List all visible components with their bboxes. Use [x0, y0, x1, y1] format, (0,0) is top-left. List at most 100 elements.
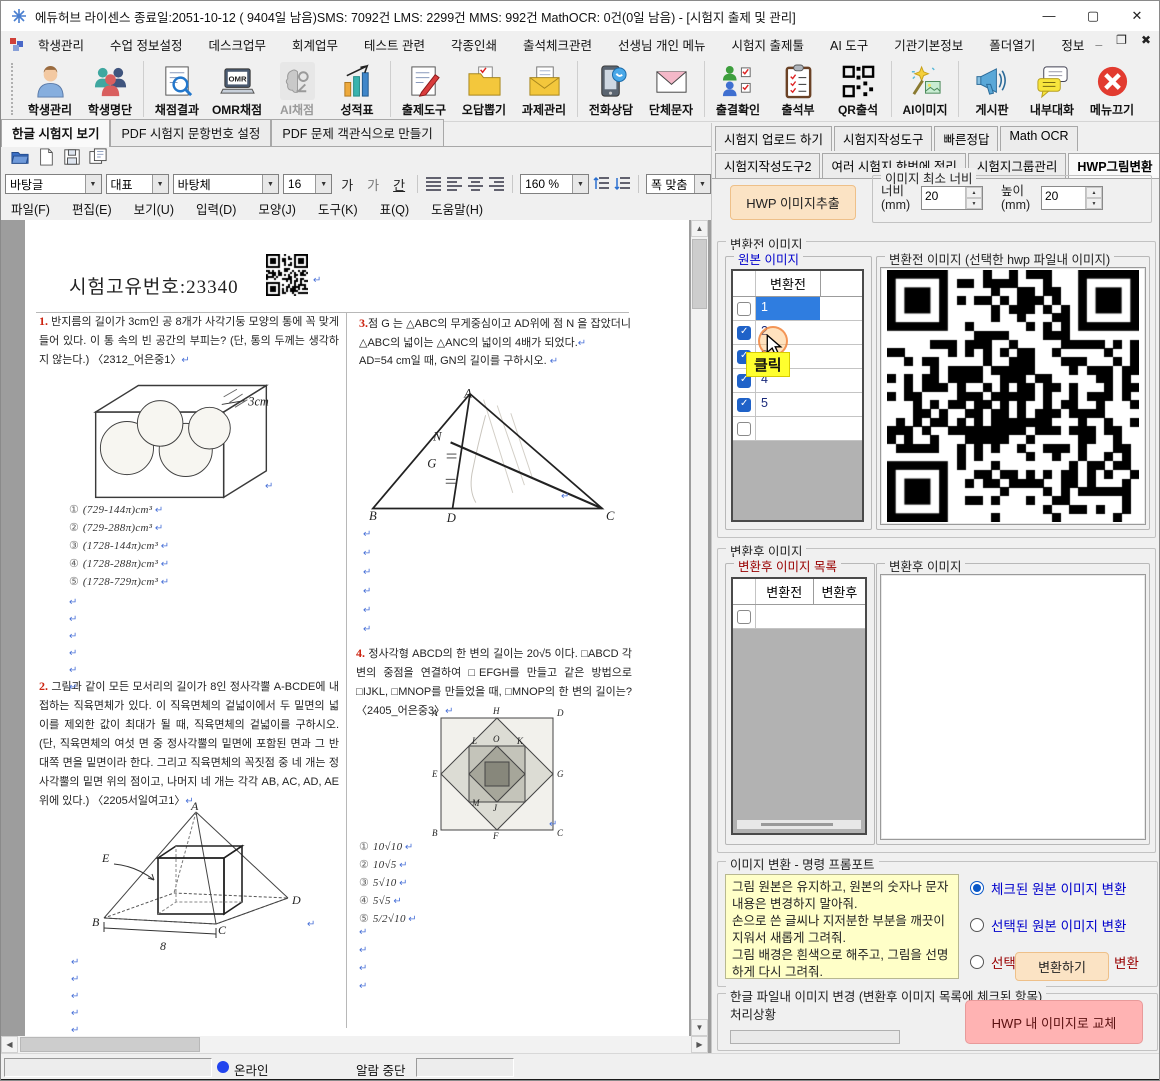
hwp-menu-도움말(H)[interactable]: 도움말(H) [431, 199, 483, 218]
toolbar-button-group-sms[interactable]: 단체문자 [641, 57, 701, 121]
menu-item-각종인쇄[interactable]: 각종인쇄 [451, 35, 497, 54]
align-right-icon[interactable] [488, 175, 505, 193]
checkbox[interactable] [737, 398, 751, 412]
menu-item-데스크업무[interactable]: 데스크업무 [209, 35, 267, 54]
menu-item-정보[interactable]: 정보 [1061, 35, 1084, 54]
align-center-icon[interactable] [467, 175, 484, 193]
dropdown-arrow-icon[interactable] [152, 175, 168, 193]
toolbar-button-omr[interactable]: OMROMR채점 [207, 57, 267, 121]
original-image-row[interactable] [733, 417, 862, 441]
menu-item-폴더열기[interactable]: 폴더열기 [989, 35, 1035, 54]
toolbar-button-students[interactable]: 학생명단 [80, 57, 140, 121]
replace-in-hwp-button[interactable]: HWP 내 이미지로 교체 [965, 1000, 1143, 1044]
scrollbar-thumb[interactable] [761, 823, 833, 826]
toolbar-button-grading[interactable]: 채점결과 [147, 57, 207, 121]
mdi-close-button[interactable]: ✖ [1141, 33, 1151, 47]
hwp-extract-button[interactable]: HWP 이미지추출 [730, 185, 856, 220]
prompt-textarea[interactable]: 그림 원본은 유지하고, 원본의 숫자나 문자내용은 변경하지 말아줘. 손으로… [725, 874, 959, 979]
original-image-table[interactable]: 변환전 12345 [731, 269, 864, 522]
toolbar-button-phone[interactable]: 전화상담 [581, 57, 641, 121]
menu-item-수업 정보설정[interactable]: 수업 정보설정 [110, 35, 182, 54]
alarm-field[interactable] [416, 1058, 514, 1077]
tab-시험지 업로드 하기[interactable]: 시험지 업로드 하기 [715, 126, 832, 151]
document-horizontal-scrollbar[interactable]: ◀ ▶ [1, 1036, 708, 1053]
tab-시험지작성도구2[interactable]: 시험지작성도구2 [715, 153, 820, 178]
radio-button[interactable] [970, 881, 984, 895]
maximize-button[interactable]: ▢ [1071, 1, 1115, 30]
toolbar-button-attendance-check[interactable]: 출결확인 [708, 57, 768, 121]
toolbar-button-bulletin[interactable]: 게시판 [962, 57, 1022, 121]
fit-width-dropdown[interactable]: 폭 맞춤 [646, 174, 711, 194]
toolbar-button-compose[interactable]: 출제도구 [394, 57, 454, 121]
new-document-icon[interactable] [37, 148, 55, 171]
scroll-left-icon[interactable]: ◀ [1, 1036, 18, 1053]
dropdown-arrow-icon[interactable] [85, 175, 101, 193]
mdi-minimize-button[interactable]: _ [1095, 33, 1102, 47]
checkbox[interactable] [737, 422, 751, 436]
checkbox[interactable] [737, 302, 751, 316]
toolbar-button-task[interactable]: 과제관리 [514, 57, 574, 121]
after-image-table[interactable]: 변환전 변환후 [731, 577, 867, 835]
checkbox[interactable] [737, 326, 751, 340]
dropdown-arrow-icon[interactable] [262, 175, 278, 193]
checkbox-cell[interactable] [733, 321, 756, 344]
menu-item-선생님 개인 메뉴[interactable]: 선생님 개인 메뉴 [618, 35, 705, 54]
toolbar-button-ai-grading[interactable]: AI채점 [267, 57, 327, 121]
mdi-restore-button[interactable]: ❐ [1116, 33, 1127, 47]
align-justify-icon[interactable] [425, 175, 442, 193]
width-spinner[interactable]: 20 [921, 186, 983, 210]
menu-item-시험지 출제툴[interactable]: 시험지 출제툴 [732, 35, 804, 54]
line-spacing-decrease-icon[interactable] [593, 175, 610, 193]
italic-button[interactable]: 가 [362, 174, 384, 195]
hwp-menu-표(Q)[interactable]: 표(Q) [380, 199, 410, 218]
radio-option[interactable]: 체크된 원본 이미지 변환 [970, 878, 1139, 898]
toolbar-button-report-chart[interactable]: 성적표 [327, 57, 387, 121]
open-folder-icon[interactable] [11, 148, 29, 171]
toolbar-button-student[interactable]: 학생관리 [20, 57, 80, 121]
toolbar-button-qr-attend[interactable]: QR출석 [828, 57, 888, 121]
tab-PDF 문제 객관식으로 만들기[interactable]: PDF 문제 객관식으로 만들기 [271, 119, 443, 146]
line-spacing-increase-icon[interactable] [614, 175, 631, 193]
save-as-icon[interactable] [89, 148, 107, 171]
close-button[interactable]: ✕ [1115, 1, 1159, 30]
zoom-dropdown[interactable]: 160 % [520, 174, 589, 194]
style-preset-dropdown[interactable]: 대표 [106, 174, 169, 194]
original-image-row[interactable]: 2 [733, 321, 862, 345]
menu-item-AI 도구[interactable]: AI 도구 [830, 35, 868, 54]
exam-page[interactable]: 시험고유번호:23340 1. 반지름의 길이가 3cm인 공 8개가 사각기둥… [25, 220, 689, 1036]
checkbox[interactable] [737, 610, 751, 624]
toolbar-button-internal-chat[interactable]: 내부대화 [1022, 57, 1082, 121]
height-spinner[interactable]: 20 [1041, 186, 1103, 210]
scroll-up-icon[interactable]: ▲ [691, 220, 708, 237]
align-left-icon[interactable] [446, 175, 463, 193]
checkbox-cell[interactable] [733, 297, 756, 320]
radio-button[interactable] [970, 918, 984, 932]
after-image-row[interactable] [733, 605, 865, 629]
toolbar-button-ai-image[interactable]: AI이미지 [895, 57, 955, 121]
checkbox-cell[interactable] [733, 417, 756, 440]
scroll-right-icon[interactable]: ▶ [691, 1036, 708, 1053]
toolbar-drag-handle[interactable] [11, 63, 18, 115]
document-vertical-scrollbar[interactable]: ▲ ▼ [691, 220, 708, 1036]
radio-option[interactable]: 선택된 원본 이미지 변환 [970, 915, 1139, 935]
paragraph-style-dropdown[interactable]: 바탕글 [5, 174, 102, 194]
save-icon[interactable] [63, 148, 81, 171]
hwp-menu-파일(F)[interactable]: 파일(F) [11, 199, 50, 218]
hwp-menu-도구(K)[interactable]: 도구(K) [318, 199, 358, 218]
tab-빠른정답[interactable]: 빠른정답 [934, 126, 998, 151]
tab-한글 시험지 보기[interactable]: 한글 시험지 보기 [1, 119, 110, 147]
checkbox-cell[interactable] [733, 393, 756, 416]
hwp-menu-보기(U)[interactable]: 보기(U) [134, 199, 174, 218]
minimize-button[interactable]: — [1027, 1, 1071, 30]
menu-item-기관기본정보[interactable]: 기관기본정보 [894, 35, 963, 54]
menu-item-테스트 관련[interactable]: 테스트 관련 [364, 35, 425, 54]
underline-button[interactable]: 간 [388, 174, 410, 195]
dropdown-arrow-icon[interactable] [694, 175, 710, 193]
tab-Math OCR[interactable]: Math OCR [1000, 126, 1077, 151]
tab-시험지작성도구[interactable]: 시험지작성도구 [834, 126, 933, 151]
convert-button[interactable]: 변환하기 [1015, 952, 1109, 981]
original-image-row[interactable]: 1 [733, 297, 862, 321]
menu-item-회계업무[interactable]: 회계업무 [292, 35, 338, 54]
toolbar-button-wrong-pick[interactable]: 오답뽑기 [454, 57, 514, 121]
menu-item-학생관리[interactable]: 학생관리 [38, 35, 84, 54]
